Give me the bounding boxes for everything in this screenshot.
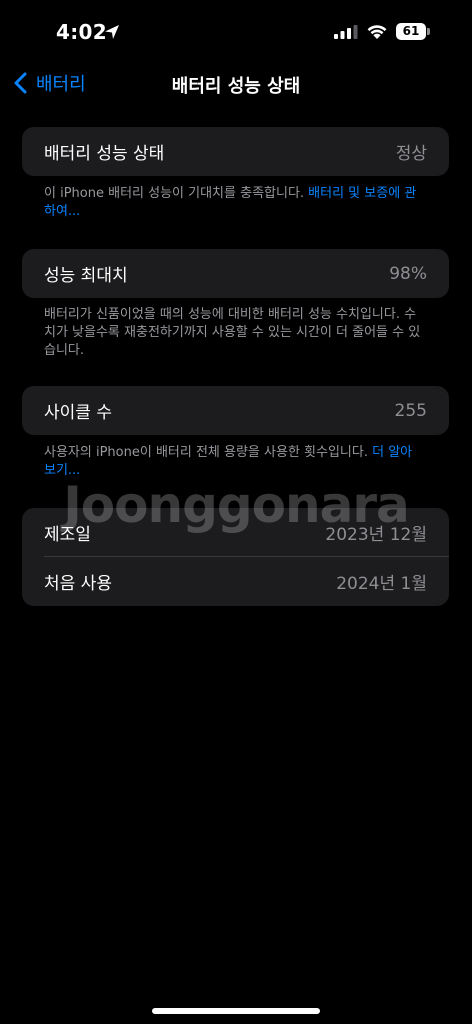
first-use-row: 처음 사용 2024년 1월 — [22, 557, 449, 606]
max-capacity-label: 성능 최대치 — [44, 266, 128, 286]
page-title: 배터리 성능 상태 — [171, 76, 301, 97]
max-capacity-value: 98% — [389, 263, 427, 284]
first-use-label: 처음 사용 — [44, 574, 112, 594]
max-capacity-row: 성능 최대치 98% — [22, 249, 449, 298]
status-time: 4:02 — [56, 20, 107, 44]
manufacture-date-row: 제조일 2023년 12월 — [22, 508, 449, 557]
home-indicator[interactable] — [152, 1008, 320, 1014]
battery-indicator: 61 — [396, 23, 430, 40]
battery-health-group: 배터리 성능 상태 정상 — [22, 127, 449, 176]
wifi-icon — [367, 25, 387, 39]
battery-health-footnote: 이 iPhone 배터리 성능이 기대치를 충족합니다. 배터리 및 보증에 관… — [44, 185, 424, 221]
location-arrow-icon — [105, 25, 119, 39]
cycle-count-footnote: 사용자의 iPhone이 배터리 전체 용량을 사용한 횟수입니다. 더 알아보… — [44, 444, 424, 480]
dates-group: 제조일 2023년 12월 처음 사용 2024년 1월 — [22, 508, 449, 606]
manufacture-date-value: 2023년 12월 — [325, 525, 427, 545]
screen: 4:02 61 배터리 배터리 성능 상태 배터리 성능 상태 정상 이 iPh… — [0, 0, 472, 1024]
battery-health-row: 배터리 성능 상태 정상 — [22, 127, 449, 176]
first-use-value: 2024년 1월 — [336, 574, 427, 594]
cycle-count-label: 사이클 수 — [44, 403, 112, 423]
cycle-count-group: 사이클 수 255 — [22, 386, 449, 435]
battery-level: 61 — [396, 23, 426, 40]
battery-health-label: 배터리 성능 상태 — [44, 144, 165, 164]
max-capacity-footnote: 배터리가 신품이었을 때의 성능에 대비한 배터리 성능 수치입니다. 수치가 … — [44, 307, 421, 358]
cycle-count-footnote-text: 사용자의 iPhone이 배터리 전체 용량을 사용한 횟수입니다. — [44, 445, 373, 460]
cellular-signal-icon — [334, 25, 358, 39]
cycle-count-row: 사이클 수 255 — [22, 386, 449, 435]
max-capacity-group: 성능 최대치 98% — [22, 249, 449, 298]
battery-health-value: 정상 — [395, 144, 427, 164]
battery-health-footnote-text: 이 iPhone 배터리 성능이 기대치를 충족합니다. — [44, 186, 309, 201]
manufacture-date-label: 제조일 — [44, 525, 91, 545]
cycle-count-value: 255 — [394, 400, 427, 421]
navigation-bar: 배터리 배터리 성능 상태 — [0, 62, 472, 106]
battery-cap — [427, 28, 430, 35]
status-bar: 4:02 61 — [0, 0, 472, 62]
